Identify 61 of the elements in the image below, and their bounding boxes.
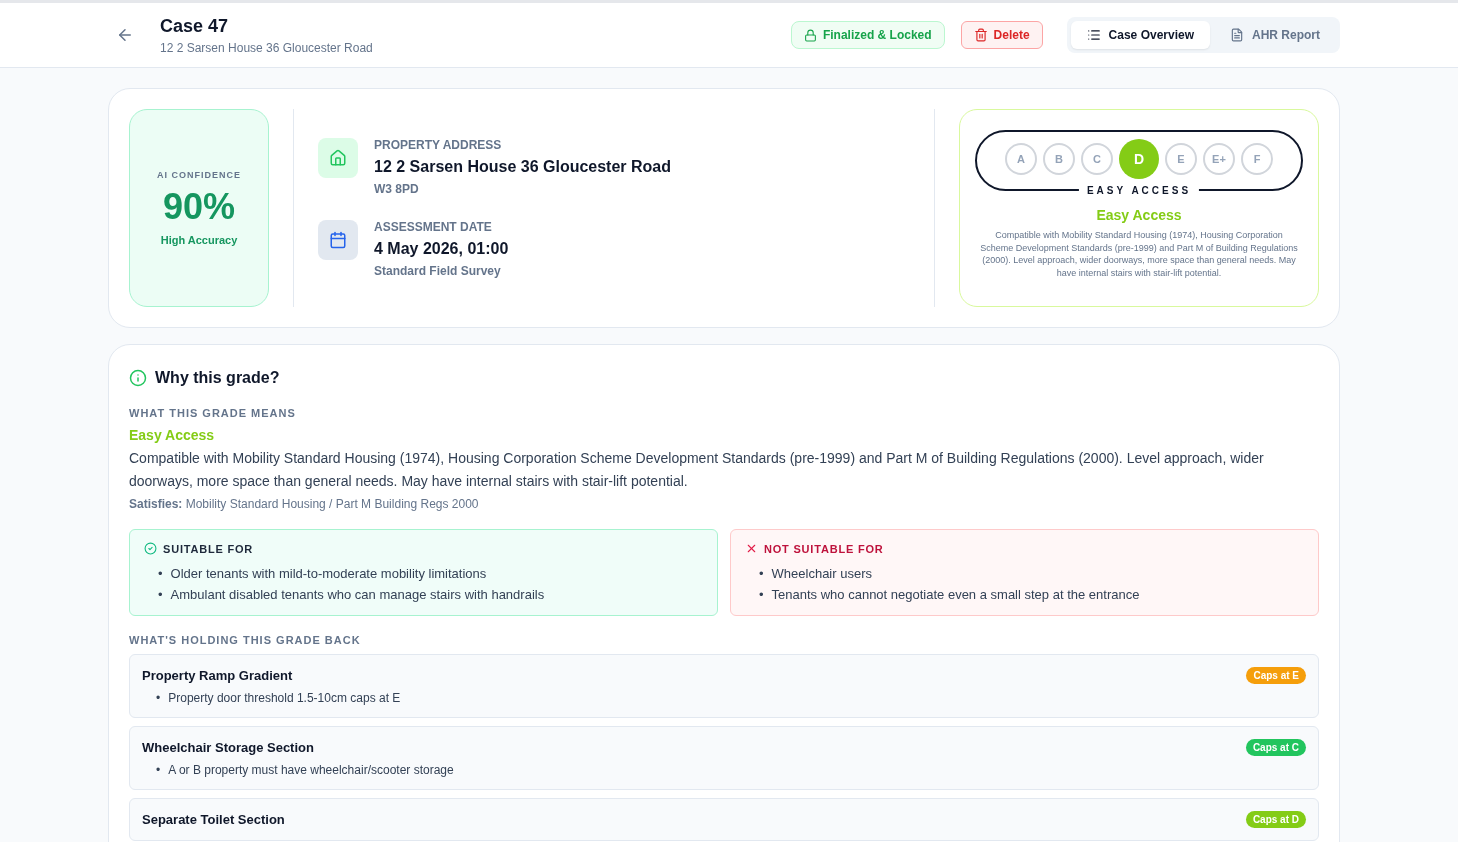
check-icon: [144, 542, 157, 555]
bullet: •: [158, 565, 163, 583]
grade-circle: C: [1081, 143, 1113, 175]
list-item: Ambulant disabled tenants who can manage stairs with handrails: [170, 586, 545, 604]
grade-circle: E+: [1203, 143, 1235, 175]
panel-heading: SUITABLE FOR: [163, 542, 254, 555]
grade-name: Easy Access: [129, 427, 216, 443]
detail-subtext: Standard Field Survey: [374, 264, 502, 278]
tab[interactable]: Case Overview: [1070, 21, 1210, 49]
cross-icon: [745, 542, 758, 555]
confidence-value: 90%: [162, 186, 236, 228]
factor-title: Property Ramp Gradient: [142, 668, 293, 683]
bullet: •: [158, 586, 163, 604]
section-title: Why this grade?: [129, 369, 1319, 387]
house-icon: [318, 138, 358, 178]
case-address: 12 2 Sarsen House 36 Gloucester Road: [160, 40, 374, 55]
factor-title: Separate Toilet Section: [142, 812, 285, 827]
grade-circle: F: [1241, 143, 1273, 175]
grade-circle: E: [1165, 143, 1197, 175]
detail-label: ASSESSMENT DATE: [374, 220, 493, 234]
list-item: Tenants who cannot negotiate even a small step at the entrance: [771, 586, 1140, 604]
status-badge: Finalized & Locked: [790, 21, 945, 49]
bullet: •: [759, 586, 764, 604]
grade-circle: D: [1119, 139, 1159, 179]
cap-badge: Caps at C: [1245, 739, 1306, 756]
section-heading: WHAT'S HOLDING THIS GRADE BACK: [129, 634, 362, 646]
lock-icon: [803, 28, 817, 42]
list-item: A or B property must have wheelchair/scooter storage: [168, 762, 454, 779]
delete-button[interactable]: Delete: [960, 21, 1043, 49]
detail-value: 12 2 Sarsen House 36 Gloucester Road: [374, 158, 671, 176]
trash-icon: [973, 28, 988, 42]
list-icon: [1086, 28, 1101, 42]
bullet: •: [156, 762, 161, 779]
detail-value: 4 May 2026, 01:00: [374, 240, 509, 258]
grade-circle: A: [1005, 143, 1037, 175]
calendar-icon: [318, 220, 358, 260]
confidence-note: High Accuracy: [160, 234, 238, 246]
scale-caption: EASY ACCESS: [1078, 185, 1200, 196]
grade-circle: B: [1043, 143, 1075, 175]
info-icon: [129, 369, 147, 387]
detail-label: PROPERTY ADDRESS: [374, 138, 503, 152]
grade-description: Compatible with Mobility Standard Housing (1974), Housing Corporation Scheme Development Standards (pre-1999) and Part M of Building Regulations (2000). Level approach, wider doorways, more space than general needs. May have internal stairs with stair-lift potential.: [980, 229, 1298, 279]
list-item: Older tenants with mild-to-moderate mobility limitations: [170, 565, 487, 583]
grade-explanation: Compatible with Mobility Standard Housing (1974), Housing Corporation Scheme Development Standards (pre-1999) and Part M of Building Regulations (2000). Level approach, wider doorways, more space than general needs. May have internal stairs with stair-lift potential.: [129, 449, 1265, 491]
satisfies-text: Satisfies: Mobility Standard Housing / Part M Building Regs 2000: [129, 497, 480, 511]
factor-title: Wheelchair Storage Section: [142, 740, 314, 755]
list-item: Wheelchair users: [771, 565, 872, 583]
section-heading: WHAT THIS GRADE MEANS: [129, 407, 297, 419]
confidence-label: AI CONFIDENCE: [157, 170, 241, 180]
bullet: •: [156, 690, 161, 707]
list-item: Property door threshold 1.5-10cm caps at E: [168, 690, 401, 707]
detail-subtext: W3 8PD: [374, 182, 420, 196]
grade-title: Easy Access: [1096, 207, 1182, 223]
document-icon: [1230, 28, 1244, 42]
panel-heading: NOT SUITABLE FOR: [764, 542, 884, 555]
back-button[interactable]: [116, 26, 134, 44]
cap-badge: Caps at D: [1245, 811, 1306, 828]
case-title: Case 47: [160, 15, 230, 37]
cap-badge: Caps at E: [1246, 667, 1306, 684]
bullet: •: [759, 565, 764, 583]
tab[interactable]: AHR Report: [1214, 21, 1336, 49]
